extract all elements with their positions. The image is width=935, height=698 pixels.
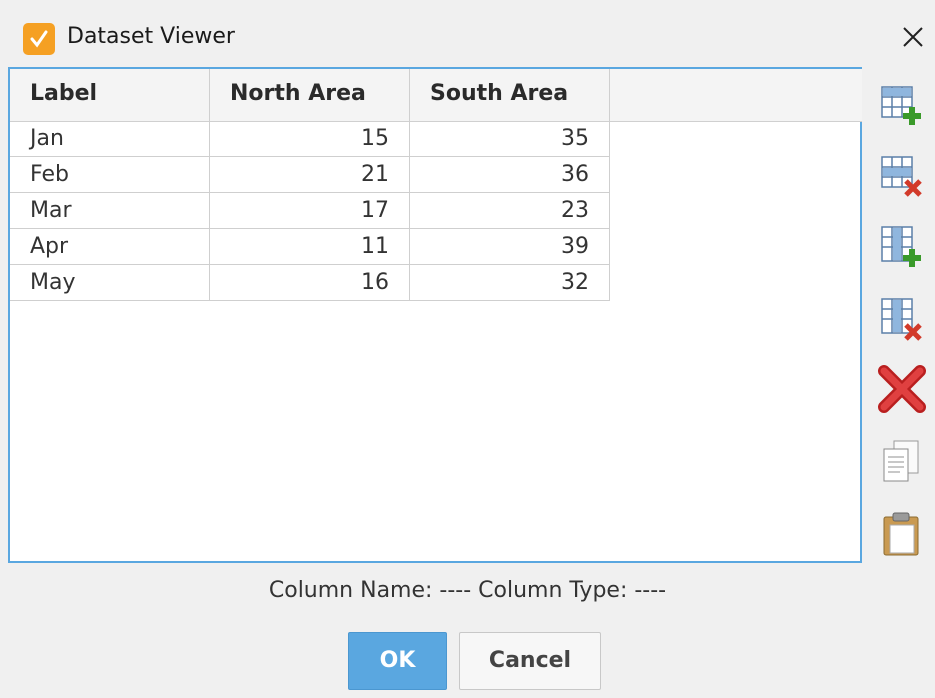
ok-button[interactable]: OK xyxy=(348,632,447,690)
add-row-icon[interactable] xyxy=(878,81,926,129)
cell-north-area[interactable]: 17 xyxy=(210,193,410,229)
cell-south-area[interactable]: 39 xyxy=(410,229,610,265)
column-header-north-area[interactable]: North Area xyxy=(210,69,410,121)
column-header-south-area[interactable]: South Area xyxy=(410,69,610,121)
paste-icon[interactable] xyxy=(878,509,926,557)
cell-north-area[interactable]: 15 xyxy=(210,121,410,157)
cell-label[interactable]: Feb xyxy=(10,157,210,193)
cancel-button[interactable]: Cancel xyxy=(459,632,601,690)
cell-south-area[interactable]: 35 xyxy=(410,121,610,157)
add-column-icon[interactable] xyxy=(878,223,926,271)
table-toolbar xyxy=(862,67,935,563)
clear-icon[interactable] xyxy=(878,365,926,413)
cell-label[interactable]: Jan xyxy=(10,121,210,157)
copy-icon[interactable] xyxy=(878,437,926,485)
cell-south-area[interactable]: 23 xyxy=(410,193,610,229)
column-header-label[interactable]: Label xyxy=(10,69,210,121)
dataset-table[interactable]: Label North Area South Area Jan 15 35 Fe… xyxy=(8,67,862,563)
cell-label[interactable]: May xyxy=(10,265,210,301)
close-icon[interactable] xyxy=(898,22,928,52)
app-logo-icon xyxy=(23,23,55,55)
cell-south-area[interactable]: 32 xyxy=(410,265,610,301)
cell-north-area[interactable]: 16 xyxy=(210,265,410,301)
title-bar: Dataset Viewer xyxy=(0,0,935,66)
column-info-status: Column Name: ---- Column Type: ---- xyxy=(268,578,667,603)
cell-label[interactable]: Apr xyxy=(10,229,210,265)
delete-column-icon[interactable] xyxy=(878,295,926,343)
delete-row-icon[interactable] xyxy=(878,151,926,199)
cell-north-area[interactable]: 21 xyxy=(210,157,410,193)
cell-south-area[interactable]: 36 xyxy=(410,157,610,193)
table-header: Label North Area South Area xyxy=(10,69,862,122)
cell-north-area[interactable]: 11 xyxy=(210,229,410,265)
window-title: Dataset Viewer xyxy=(67,24,235,49)
cell-label[interactable]: Mar xyxy=(10,193,210,229)
